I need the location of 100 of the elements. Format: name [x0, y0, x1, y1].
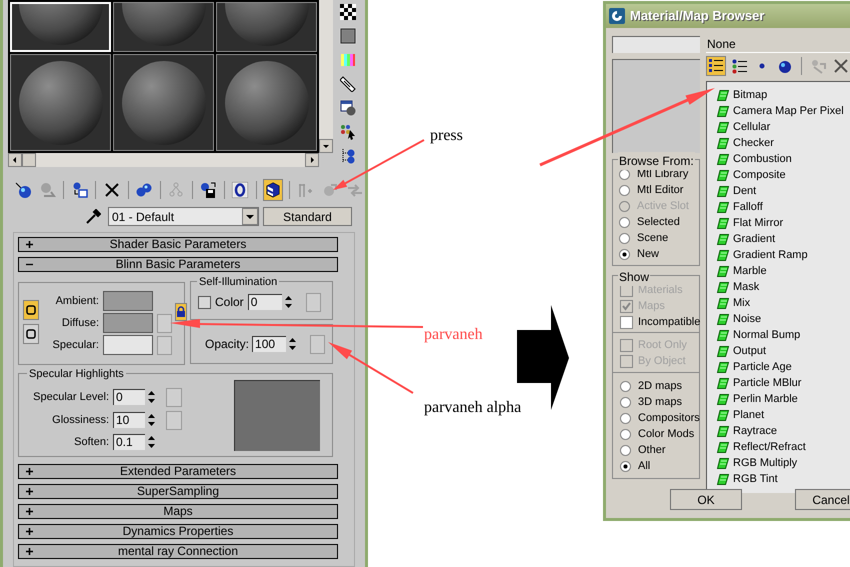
radio-label[interactable]: Scene [637, 230, 668, 246]
dialog-button[interactable]: Cancel [795, 489, 850, 510]
number-field[interactable]: 0 [113, 389, 145, 406]
dialog-button[interactable]: OK [670, 489, 742, 510]
horizontal-scrollbar[interactable] [8, 153, 319, 167]
map-list-item[interactable]: Raytrace [717, 423, 850, 439]
map-list-item[interactable]: RGB Multiply [717, 455, 850, 471]
radio-label[interactable]: 3D maps [638, 394, 682, 410]
lock-link-button[interactable] [23, 324, 39, 344]
select-by-material-icon[interactable] [340, 124, 356, 140]
radio-label[interactable]: New [637, 246, 660, 262]
map-list-item[interactable]: Dent [717, 183, 850, 199]
map-list-item[interactable]: Particle Age [717, 359, 850, 375]
number-field[interactable]: 0 [248, 294, 282, 310]
spinner-arrows-icon[interactable] [147, 434, 156, 450]
rollout-header[interactable]: mental ray Connection [18, 544, 338, 559]
radio-label[interactable]: 2D maps [638, 378, 682, 394]
map-list[interactable] [706, 81, 850, 493]
color-bars-icon[interactable] [340, 52, 356, 68]
radio-label[interactable]: Color Mods [638, 426, 694, 442]
checkbox[interactable] [198, 296, 211, 308]
radio-button[interactable] [620, 396, 631, 408]
material-tree-icon[interactable] [340, 148, 356, 164]
spinner-arrows-icon[interactable] [147, 412, 156, 428]
map-list-item[interactable]: Checker [717, 135, 850, 151]
spinner-arrows-icon[interactable] [284, 294, 293, 310]
rollout-header[interactable]: Extended Parameters [18, 464, 338, 479]
lock-link-button[interactable] [23, 300, 39, 320]
map-list-item[interactable]: Bitmap [717, 87, 850, 103]
map-list-item[interactable]: Cellular [717, 119, 850, 135]
number-field[interactable]: 0.1 [113, 434, 145, 450]
map-list-item[interactable]: Mask [717, 279, 850, 295]
padlock-icon [176, 306, 186, 318]
lock-button[interactable] [175, 303, 187, 321]
radio-button[interactable] [620, 380, 631, 392]
map-icon [717, 122, 729, 132]
radio-label[interactable]: Other [638, 442, 666, 458]
rollout-header[interactable]: Shader Basic Parameters [18, 237, 338, 252]
checkbox[interactable] [620, 316, 633, 328]
number-field[interactable]: 100 [252, 336, 286, 352]
rollout-header[interactable]: SuperSampling [18, 484, 338, 499]
material-name-dropdown[interactable]: 01 - Default [108, 207, 259, 226]
film-strip-icon[interactable] [340, 76, 356, 92]
map-list-item[interactable]: Flat Mirror [717, 215, 850, 231]
color-swatch[interactable] [103, 313, 153, 333]
radio-button[interactable] [620, 428, 631, 440]
map-list-item[interactable]: Falloff [717, 199, 850, 215]
checker-icon[interactable] [340, 4, 356, 20]
map-list-item[interactable]: Mix [717, 295, 850, 311]
expand-icon [26, 468, 33, 475]
radio-button[interactable] [619, 216, 630, 228]
map-list-item[interactable]: Gradient [717, 231, 850, 247]
scroll-left-icon[interactable] [8, 153, 22, 167]
radio-label[interactable]: Mtl Editor [637, 182, 684, 198]
color-swatch[interactable] [103, 291, 153, 311]
radio-label[interactable]: Selected [637, 214, 680, 230]
checkbox-label[interactable]: Incompatible [638, 314, 700, 330]
rollout-header[interactable]: Maps [18, 504, 338, 519]
color-swatch[interactable] [103, 335, 153, 355]
scroll-down-icon[interactable] [319, 139, 333, 153]
radio-label[interactable]: All [638, 458, 650, 474]
list-view-icon [707, 57, 725, 75]
map-list-item[interactable]: Normal Bump [717, 327, 850, 343]
toolbar-button[interactable] [230, 179, 250, 201]
map-list-item[interactable]: Camera Map Per Pixel [717, 103, 850, 119]
options-icon[interactable] [340, 100, 356, 116]
toolbar-button[interactable] [706, 56, 726, 76]
rollout-header[interactable]: Blinn Basic Parameters [18, 257, 338, 272]
eyedropper-icon[interactable] [85, 208, 101, 224]
map-list-item[interactable]: Gradient Ramp [717, 247, 850, 263]
map-list-item[interactable]: Noise [717, 311, 850, 327]
radio-button[interactable] [619, 184, 630, 196]
sphere-arrow-icon [14, 182, 31, 198]
map-list-item[interactable]: Output [717, 343, 850, 359]
map-list-item[interactable]: Particle MBlur [717, 375, 850, 391]
map-list-item[interactable]: Combustion [717, 151, 850, 167]
vertical-scrollbar[interactable] [319, 0, 333, 153]
radio-button[interactable] [619, 232, 630, 244]
map-list-item[interactable]: Composite [717, 167, 850, 183]
radio-button[interactable] [620, 444, 631, 456]
scroll-thumb[interactable] [22, 153, 36, 167]
map-list-item[interactable]: Planet [717, 407, 850, 423]
square-icon[interactable] [340, 28, 356, 44]
map-list-item[interactable]: Perlin Marble [717, 391, 850, 407]
radio-button[interactable] [620, 412, 631, 424]
name-field[interactable] [612, 36, 700, 53]
radio-button-selected[interactable] [620, 460, 631, 472]
map-list-item[interactable]: Marble [717, 263, 850, 279]
spinner-arrows-icon[interactable] [288, 336, 298, 352]
number-field[interactable]: 10 [113, 412, 145, 428]
scroll-right-icon[interactable] [305, 153, 319, 167]
spinner-arrows-icon[interactable] [147, 389, 156, 406]
map-list-item[interactable]: RGB Tint [717, 471, 850, 487]
map-list-item[interactable]: Reflect/Refract [717, 439, 850, 455]
radio-label[interactable]: Compositors [638, 410, 700, 426]
toolbar-button[interactable] [262, 179, 283, 201]
material-type-button[interactable]: Standard [263, 207, 352, 226]
radio-button-selected[interactable] [619, 248, 630, 260]
rollout-header[interactable]: Dynamics Properties [18, 524, 338, 539]
delete-icon [104, 182, 120, 198]
